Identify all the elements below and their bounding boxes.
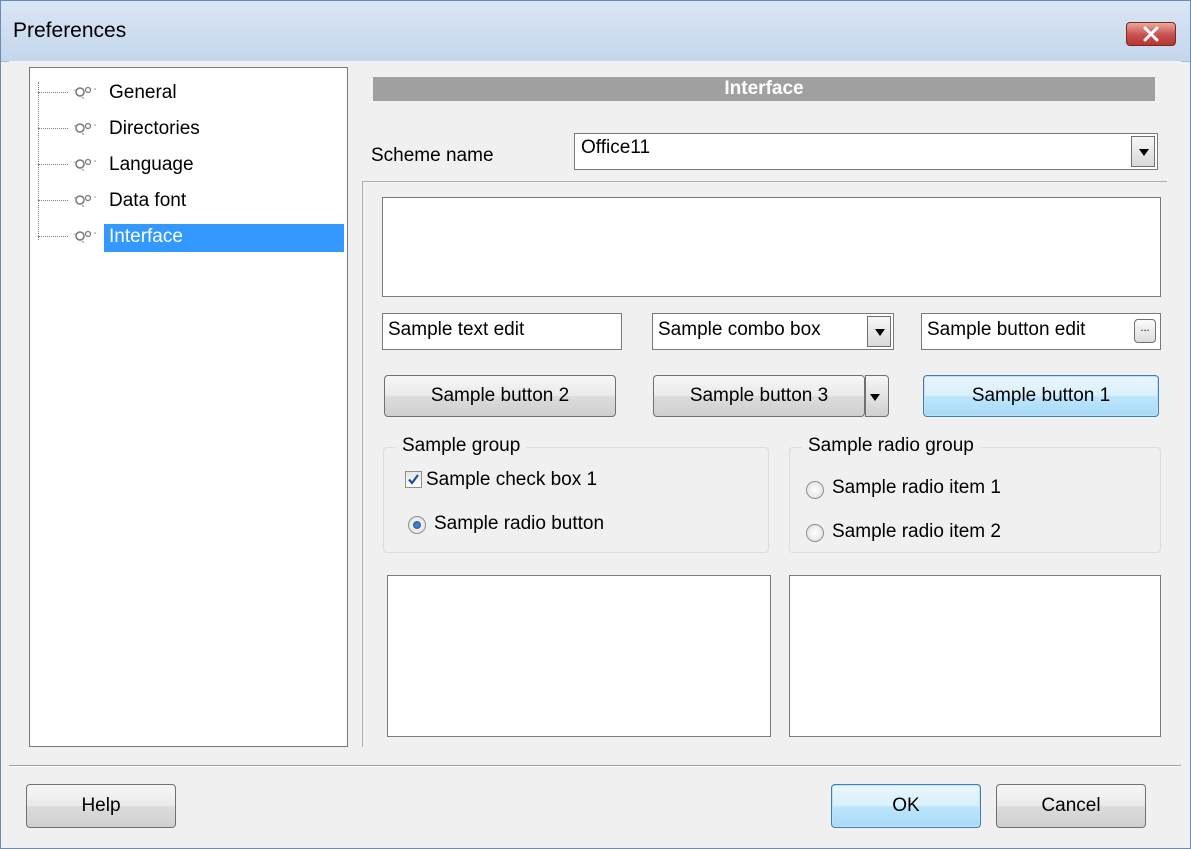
sample-radio-button-label[interactable]: Sample radio button	[434, 513, 604, 535]
sample-preview-box	[382, 197, 1161, 297]
sample-combo-box-value: Sample combo box	[658, 319, 821, 340]
scheme-name-label: Scheme name	[371, 145, 494, 166]
sample-group-title: Sample group	[396, 435, 527, 457]
sample-button-edit[interactable]: Sample button edit ...	[921, 313, 1161, 350]
tree-item-label: Interface	[104, 224, 344, 252]
tree-item-label: General	[109, 82, 177, 103]
section-header: Interface	[373, 77, 1155, 101]
tree-item-label: Directories	[109, 118, 200, 139]
sample-text-edit-value: Sample text edit	[388, 319, 525, 340]
close-icon	[1143, 26, 1159, 42]
sample-combo-box[interactable]: Sample combo box	[652, 313, 894, 350]
sample-list-box-left[interactable]	[387, 575, 771, 737]
ellipsis-icon[interactable]: ...	[1134, 319, 1156, 343]
tree-node-icon	[74, 230, 96, 243]
sample-button-1[interactable]: Sample button 1	[923, 375, 1159, 417]
tree-node-icon	[74, 86, 96, 99]
preferences-tree[interactable]: General Directories Language Data font I	[29, 67, 348, 747]
sample-radio-item-2-label[interactable]: Sample radio item 2	[832, 521, 1001, 543]
footer-divider	[9, 765, 1181, 767]
sample-radio-item-1[interactable]	[806, 481, 824, 499]
sample-check-box[interactable]	[405, 471, 422, 488]
dialog-client: General Directories Language Data font I	[9, 61, 1181, 844]
title-bar[interactable]: Preferences	[1, 1, 1190, 62]
tree-item-label: Data font	[109, 190, 187, 211]
sample-radio-group-title: Sample radio group	[802, 435, 980, 457]
help-button[interactable]: Help	[26, 784, 176, 828]
tree-node-icon	[74, 158, 96, 171]
sample-list-box-right[interactable]	[789, 575, 1161, 737]
scheme-name-value: Office11	[581, 137, 651, 158]
cancel-button[interactable]: Cancel	[996, 784, 1146, 828]
sample-button-2[interactable]: Sample button 2	[384, 375, 616, 417]
sample-radio-button[interactable]	[408, 516, 426, 534]
tree-node-icon	[74, 194, 96, 207]
sample-button-edit-value: Sample button edit	[927, 319, 1086, 340]
window-title: Preferences	[13, 19, 127, 42]
tree-item-label: Language	[109, 154, 194, 175]
chevron-down-icon[interactable]	[867, 316, 891, 347]
tree-connector-line	[38, 82, 39, 240]
sample-button-3[interactable]: Sample button 3	[653, 375, 865, 417]
sample-radio-item-2[interactable]	[806, 524, 824, 542]
close-button[interactable]	[1126, 22, 1176, 46]
ok-button[interactable]: OK	[831, 784, 981, 828]
sample-radio-item-1-label[interactable]: Sample radio item 1	[832, 477, 1001, 499]
tree-node-icon	[74, 122, 96, 135]
sample-check-box-label[interactable]: Sample check box 1	[426, 469, 597, 491]
preferences-dialog: Preferences General Directories Language…	[0, 0, 1191, 849]
scheme-name-select[interactable]: Office11	[574, 133, 1158, 170]
chevron-down-icon[interactable]	[1131, 136, 1155, 167]
sample-group: Sample group	[383, 435, 769, 553]
checkmark-icon	[408, 474, 419, 485]
chevron-down-icon[interactable]	[865, 375, 889, 417]
sample-text-edit[interactable]: Sample text edit	[382, 313, 622, 350]
